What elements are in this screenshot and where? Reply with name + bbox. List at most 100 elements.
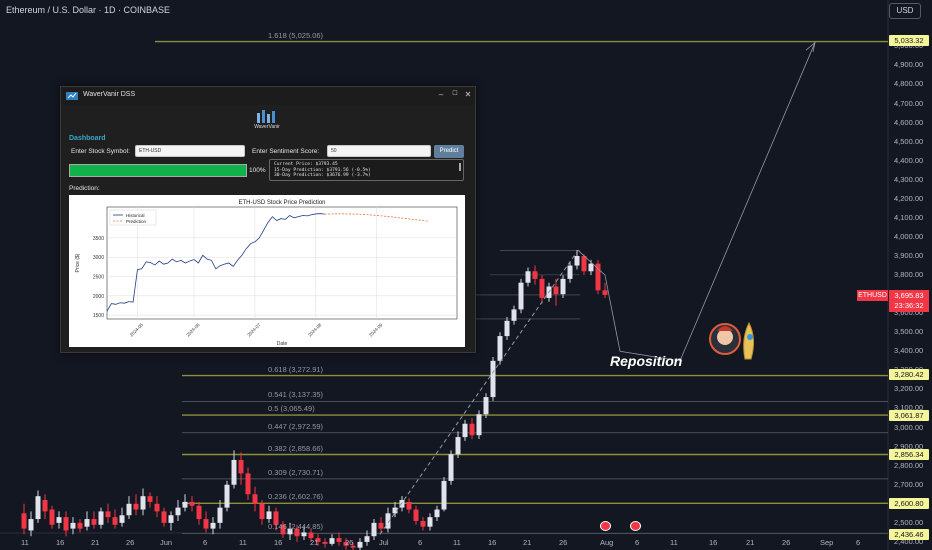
price-tick: 4,800.00 xyxy=(894,79,924,89)
candle-body xyxy=(147,496,153,502)
projection-path xyxy=(577,42,816,362)
plot-frame xyxy=(106,206,458,320)
app-window[interactable]: WaverVanir DSS – ☐ ✕ WaverVanir Dashboar… xyxy=(60,86,476,353)
candle-body xyxy=(420,520,426,527)
time-tick: 6 xyxy=(635,538,640,547)
candle-body xyxy=(35,496,41,520)
candle-body xyxy=(329,538,335,544)
price-tick: 2,700.00 xyxy=(894,479,924,489)
plot-ylabel: Price ($) xyxy=(75,253,81,272)
price-tick: 3,400.00 xyxy=(894,346,924,356)
price-tick: 4,600.00 xyxy=(894,117,924,127)
candle-body xyxy=(532,271,538,279)
candle-body xyxy=(301,532,307,537)
time-tick: 6 xyxy=(856,538,861,547)
output-line: 30-Day Prediction: $3676.99 (-3.7%) xyxy=(274,173,371,178)
candle-body xyxy=(91,519,97,525)
reposition-annotation[interactable]: Reposition xyxy=(610,353,682,369)
time-tick: 6 xyxy=(418,538,423,547)
time-tick: 21 xyxy=(310,538,319,547)
plot-ytick: 2500 xyxy=(93,275,104,281)
price-level-tag: 2,436.46 xyxy=(889,529,929,541)
candle-body xyxy=(70,522,76,529)
stock-symbol-label: Enter Stock Symbol: xyxy=(71,148,130,155)
candle-body xyxy=(399,499,405,508)
time-tick: 26 xyxy=(126,538,135,547)
price-level-tag: 5,033.32 xyxy=(889,34,929,46)
price-tick: 4,500.00 xyxy=(894,136,924,146)
progress-fill xyxy=(70,165,246,176)
time-tick: Sep xyxy=(820,538,834,547)
close-button[interactable]: ✕ xyxy=(462,90,474,99)
candle-body xyxy=(126,503,132,516)
candle-body xyxy=(455,437,461,455)
candle-body xyxy=(364,536,370,542)
candle-body xyxy=(574,256,580,266)
price-tick: 4,700.00 xyxy=(894,98,924,108)
candle-body xyxy=(77,522,83,529)
candle-body xyxy=(525,271,531,283)
candle-body xyxy=(581,256,587,272)
currency-button[interactable]: USD xyxy=(889,3,921,19)
prediction-chart-svg: ETH-USD Stock Price Prediction 1500 2000 25… xyxy=(75,200,458,347)
candle-body xyxy=(21,513,27,529)
plot-xtick: 2024-09 xyxy=(368,322,384,338)
price-tick: 3,500.00 xyxy=(894,327,924,337)
candle-body xyxy=(441,480,447,510)
candle-body xyxy=(378,522,384,529)
time-tick: 11 xyxy=(670,538,678,547)
candle-body xyxy=(469,423,475,436)
fib-level-label: 1.618 (5,025.06) xyxy=(268,30,324,40)
price-tick: 2,800.00 xyxy=(894,460,924,470)
candle-body xyxy=(175,507,181,516)
window-titlebar[interactable]: WaverVanir DSS – ☐ ✕ xyxy=(61,87,475,105)
time-tick: 26 xyxy=(345,538,354,547)
candle-body xyxy=(322,541,328,544)
minimize-button[interactable]: – xyxy=(435,90,447,99)
economic-event-icon[interactable] xyxy=(630,521,641,531)
candle-body xyxy=(42,499,48,512)
candle-body xyxy=(497,336,503,361)
window-title: WaverVanir DSS xyxy=(83,91,136,98)
output-scrollbar[interactable] xyxy=(459,163,461,171)
candle-body xyxy=(154,503,160,512)
candle-body xyxy=(182,501,188,508)
candle-body xyxy=(217,507,223,523)
legend-label: Prediction xyxy=(126,219,147,224)
time-tick: 16 xyxy=(709,538,718,547)
candle-body xyxy=(588,263,594,272)
candle-body xyxy=(504,320,510,337)
price-tick: 4,400.00 xyxy=(894,155,924,165)
candle-body xyxy=(560,278,566,295)
price-tick: 3,000.00 xyxy=(894,422,924,432)
prediction-output-box[interactable]: Current Price: $3793.45 15-Day Predictio… xyxy=(269,159,464,181)
fib-level-label: 0.5 (3,065.49) xyxy=(268,404,315,414)
price-tick: 3,200.00 xyxy=(894,384,924,394)
stock-symbol-input[interactable]: ETH-USD xyxy=(135,145,245,157)
candle-body xyxy=(224,484,230,508)
maximize-button[interactable]: ☐ xyxy=(449,90,461,97)
price-level-tag: 2,600.80 xyxy=(889,498,929,510)
candle-body xyxy=(112,517,118,525)
candle-body xyxy=(602,290,608,295)
price-level-tag: 2,856.34 xyxy=(889,449,929,461)
time-tick: 11 xyxy=(239,538,247,547)
time-tick: 21 xyxy=(746,538,755,547)
fib-level-label: 0.236 (2,602.76) xyxy=(268,492,324,502)
sentiment-score-input[interactable]: 50 xyxy=(327,145,431,157)
candle-body xyxy=(539,278,545,298)
economic-event-icon[interactable] xyxy=(600,521,611,531)
price-tick: 4,300.00 xyxy=(894,174,924,184)
candle-body xyxy=(476,414,482,436)
candle-body xyxy=(518,282,524,310)
current-price: 3,695.83 xyxy=(894,291,924,300)
legend-label: Historical xyxy=(126,213,145,218)
predict-button[interactable]: Predict xyxy=(434,145,464,158)
candle-body xyxy=(140,496,146,510)
price-tick: 2,500.00 xyxy=(894,517,924,527)
prediction-plot: ETH-USD Stock Price Prediction 1500 2000 25… xyxy=(69,195,465,347)
symbol-title[interactable]: Ethereum / U.S. Dollar · 1D · COINBASE xyxy=(6,5,170,15)
plot-xlabel: Date xyxy=(277,341,288,347)
time-tick: Aug xyxy=(600,538,614,547)
logo-text: WaverVanir xyxy=(254,124,280,130)
